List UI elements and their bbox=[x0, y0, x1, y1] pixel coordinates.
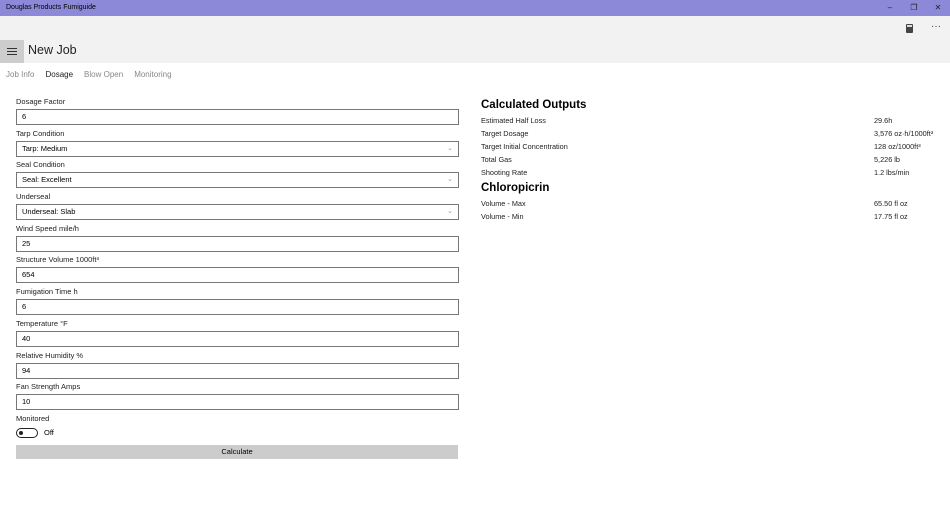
app-title: Douglas Products Fumiguide bbox=[6, 4, 96, 11]
field-label: Dosage Factor bbox=[16, 97, 66, 106]
calculated-outputs: Calculated Outputs Estimated Half Loss 29… bbox=[481, 98, 941, 223]
field-group: Temperature °F 40 bbox=[16, 319, 459, 351]
field-value: 6 bbox=[22, 302, 27, 312]
field-group: Fumigation Time h 6 bbox=[16, 287, 459, 319]
output-row: Total Gas 5,226 lb bbox=[481, 153, 941, 166]
text-input[interactable]: 654 bbox=[16, 267, 459, 284]
field-value: Tarp: Medium bbox=[22, 143, 68, 153]
text-input[interactable]: 6 bbox=[16, 299, 459, 316]
chevron-down-icon: ⌄ bbox=[447, 176, 453, 184]
chloropicrin-heading: Chloropicrin bbox=[481, 182, 550, 194]
field-group: Structure Volume 1000ft³ 654 bbox=[16, 255, 459, 287]
output-row: Target Dosage 3,576 oz·h/1000ft³ bbox=[481, 127, 941, 140]
field-label: Structure Volume 1000ft³ bbox=[16, 255, 99, 265]
calculate-button[interactable]: Calculate bbox=[16, 444, 458, 459]
output-row: Target Initial Concentration 128 oz/1000f… bbox=[481, 140, 941, 153]
field-value: 94 bbox=[22, 365, 31, 375]
page-title: New Job bbox=[28, 43, 77, 57]
output-value: 17.75 fl oz bbox=[874, 212, 908, 221]
output-label: Target Dosage bbox=[481, 129, 529, 138]
output-label: Total Gas bbox=[481, 155, 512, 164]
close-button[interactable]: ✕ bbox=[926, 0, 950, 16]
text-input[interactable]: 40 bbox=[16, 330, 459, 347]
monitored-toggle[interactable] bbox=[16, 427, 38, 438]
tab-monitoring[interactable]: Monitoring bbox=[134, 70, 171, 79]
toggle-state: Off bbox=[44, 428, 54, 438]
field-value: 25 bbox=[22, 238, 31, 248]
output-value: 128 oz/1000ft³ bbox=[874, 142, 921, 151]
output-value: 5,226 lb bbox=[874, 155, 900, 164]
tab-blow-open[interactable]: Blow Open bbox=[84, 70, 123, 79]
field-value: Underseal: Slab bbox=[22, 207, 76, 217]
field-value: 6 bbox=[22, 112, 27, 121]
output-row: Volume - Max 65.50 fl oz bbox=[481, 197, 941, 210]
field-label: Temperature °F bbox=[16, 318, 68, 328]
text-input[interactable]: 25 bbox=[16, 235, 459, 252]
tab-job-info[interactable]: Job Info bbox=[6, 70, 34, 79]
text-input[interactable]: 6 bbox=[16, 109, 459, 125]
field-group: Relative Humidity % 94 bbox=[16, 351, 459, 383]
field-group: Wind Speed mile/h 25 bbox=[16, 224, 459, 256]
output-value: 3,576 oz·h/1000ft³ bbox=[874, 129, 934, 138]
field-group: Tarp Condition Tarp: Medium ⌄ bbox=[16, 129, 459, 161]
field-value: Seal: Excellent bbox=[22, 175, 72, 185]
output-value: 29.6h bbox=[874, 116, 893, 125]
chevron-down-icon: ⌄ bbox=[447, 208, 453, 216]
dropdown[interactable]: Underseal: Slab ⌄ bbox=[16, 204, 459, 221]
field-label: Underseal bbox=[16, 192, 51, 202]
tab-dosage[interactable]: Dosage bbox=[45, 70, 73, 79]
dosage-form: Dosage Factor 6 Tarp Condition Tarp: Medi… bbox=[16, 97, 459, 459]
output-label: Shooting Rate bbox=[481, 168, 528, 177]
field-value: 40 bbox=[22, 333, 31, 343]
dropdown[interactable]: Tarp: Medium ⌄ bbox=[16, 140, 459, 157]
field-label: Tarp Condition bbox=[16, 128, 65, 138]
field-group: Seal Condition Seal: Excellent ⌄ bbox=[16, 160, 459, 192]
outputs-heading: Calculated Outputs bbox=[481, 99, 587, 111]
output-row: Shooting Rate 1.2 lbs/min bbox=[481, 166, 941, 179]
minimize-button[interactable]: – bbox=[878, 0, 902, 16]
title-bar: Douglas Products Fumiguide – ❐ ✕ bbox=[0, 0, 950, 16]
field-group: Underseal Underseal: Slab ⌄ bbox=[16, 192, 459, 224]
field-group: Dosage Factor 6 bbox=[16, 97, 459, 129]
field-value: 10 bbox=[22, 397, 31, 407]
maximize-button[interactable]: ❐ bbox=[902, 0, 926, 16]
field-label: Relative Humidity % bbox=[16, 350, 84, 360]
text-input[interactable]: 94 bbox=[16, 362, 459, 379]
header: New Job ··· bbox=[0, 16, 950, 63]
more-options-button[interactable]: ··· bbox=[931, 21, 941, 32]
calculator-icon[interactable] bbox=[906, 24, 913, 33]
text-input[interactable]: 10 bbox=[16, 394, 459, 411]
dropdown[interactable]: Seal: Excellent ⌄ bbox=[16, 172, 459, 189]
hamburger-menu-button[interactable] bbox=[0, 40, 24, 63]
output-label: Volume - Max bbox=[481, 199, 526, 208]
field-label: Wind Speed mile/h bbox=[16, 223, 79, 233]
field-value: 654 bbox=[22, 270, 35, 280]
field-label: Seal Condition bbox=[16, 160, 65, 170]
output-label: Estimated Half Loss bbox=[481, 116, 546, 125]
tab-bar: Job Info Dosage Blow Open Monitoring bbox=[6, 70, 172, 79]
output-label: Target Initial Concentration bbox=[481, 142, 568, 151]
chevron-down-icon: ⌄ bbox=[447, 144, 453, 152]
output-row: Estimated Half Loss 29.6h bbox=[481, 114, 941, 127]
field-label: Fan Strength Amps bbox=[16, 382, 81, 392]
output-value: 65.50 fl oz bbox=[874, 199, 908, 208]
output-value: 1.2 lbs/min bbox=[874, 168, 910, 177]
output-label: Volume - Min bbox=[481, 212, 524, 221]
monitored-label: Monitored bbox=[16, 413, 50, 423]
field-group: Fan Strength Amps 10 bbox=[16, 382, 459, 414]
field-label: Fumigation Time h bbox=[16, 287, 78, 297]
output-row: Volume - Min 17.75 fl oz bbox=[481, 210, 941, 223]
